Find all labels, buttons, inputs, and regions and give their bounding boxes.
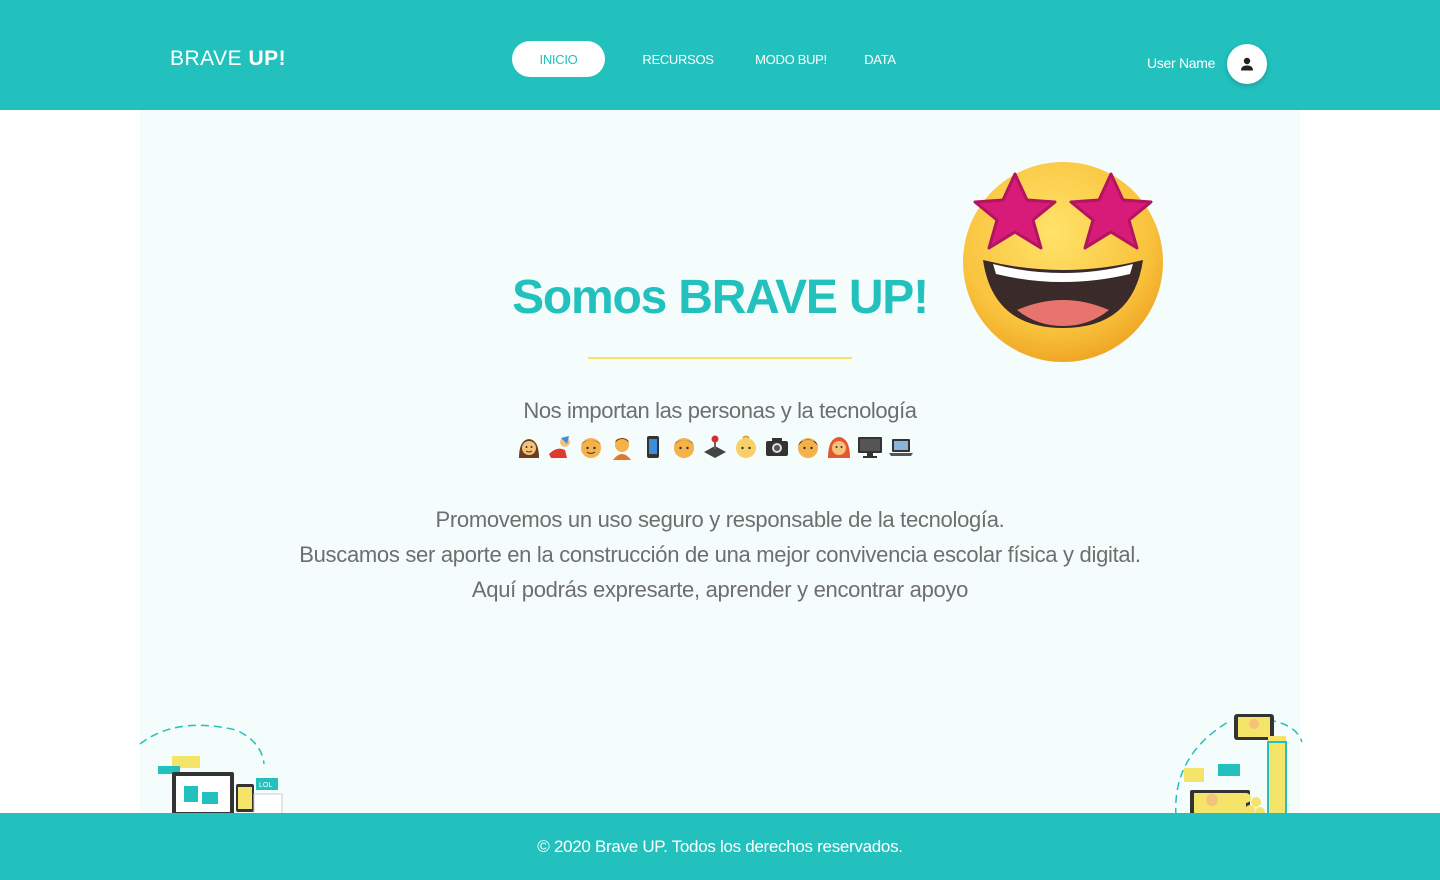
intro-line-2: Buscamos ser aporte en la construcción d… bbox=[299, 542, 1141, 567]
logo-text-bold: UP! bbox=[248, 47, 287, 70]
emoji-row bbox=[516, 432, 914, 462]
intro-paragraph: Promovemos un uso seguro y responsable d… bbox=[220, 502, 1220, 607]
avatar[interactable] bbox=[1227, 44, 1267, 84]
boy-icon bbox=[581, 438, 601, 458]
star-struck-emoji-icon bbox=[963, 162, 1163, 362]
title-divider bbox=[588, 357, 852, 359]
laptop-illustration-icon: LOL bbox=[139, 724, 283, 820]
selfie-illustration-icon bbox=[1175, 714, 1303, 823]
top-navigation-bar: BRAVE UP! INICIO RECURSOS MODO BUP! DATA… bbox=[0, 0, 1440, 110]
baby-icon bbox=[736, 435, 756, 458]
boy-icon bbox=[674, 438, 694, 458]
nav-inicio[interactable]: INICIO bbox=[512, 41, 605, 77]
person-icon bbox=[613, 438, 631, 460]
laptop-icon bbox=[889, 439, 913, 456]
subtitle: Nos importan las personas y la tecnologí… bbox=[523, 398, 917, 423]
copyright-text: © 2020 Brave UP. Todos los derechos rese… bbox=[537, 837, 903, 856]
camera-icon bbox=[766, 438, 788, 456]
footer: © 2020 Brave UP. Todos los derechos rese… bbox=[0, 813, 1440, 880]
nav-data[interactable]: DATA bbox=[860, 41, 900, 77]
intro-line-1: Promovemos un uso seguro y responsable d… bbox=[435, 507, 1005, 532]
user-name[interactable]: User Name bbox=[1147, 55, 1215, 71]
page-title: Somos BRAVE UP! bbox=[480, 270, 960, 325]
woman-icon bbox=[519, 439, 539, 458]
desktop-icon bbox=[858, 437, 882, 458]
phone-icon bbox=[647, 436, 659, 458]
nav-recursos[interactable]: RECURSOS bbox=[640, 41, 716, 77]
title-brand: BRAVE UP! bbox=[678, 271, 929, 324]
intro-line-3: Aquí podrás expresarte, aprender y encon… bbox=[471, 577, 969, 602]
svg-text:LOL: LOL bbox=[259, 782, 272, 789]
joystick-icon bbox=[704, 435, 726, 458]
nav-modo-bup[interactable]: MODO BUP! bbox=[752, 41, 830, 77]
user-icon bbox=[1241, 57, 1253, 71]
brand-logo[interactable]: BRAVE UP! bbox=[170, 47, 286, 71]
woman-red-hair-icon bbox=[828, 437, 850, 458]
title-prefix: Somos bbox=[512, 271, 667, 324]
logo-text-light: BRAVE bbox=[170, 47, 243, 70]
selfie-icon bbox=[549, 436, 570, 458]
man-icon bbox=[798, 438, 818, 458]
